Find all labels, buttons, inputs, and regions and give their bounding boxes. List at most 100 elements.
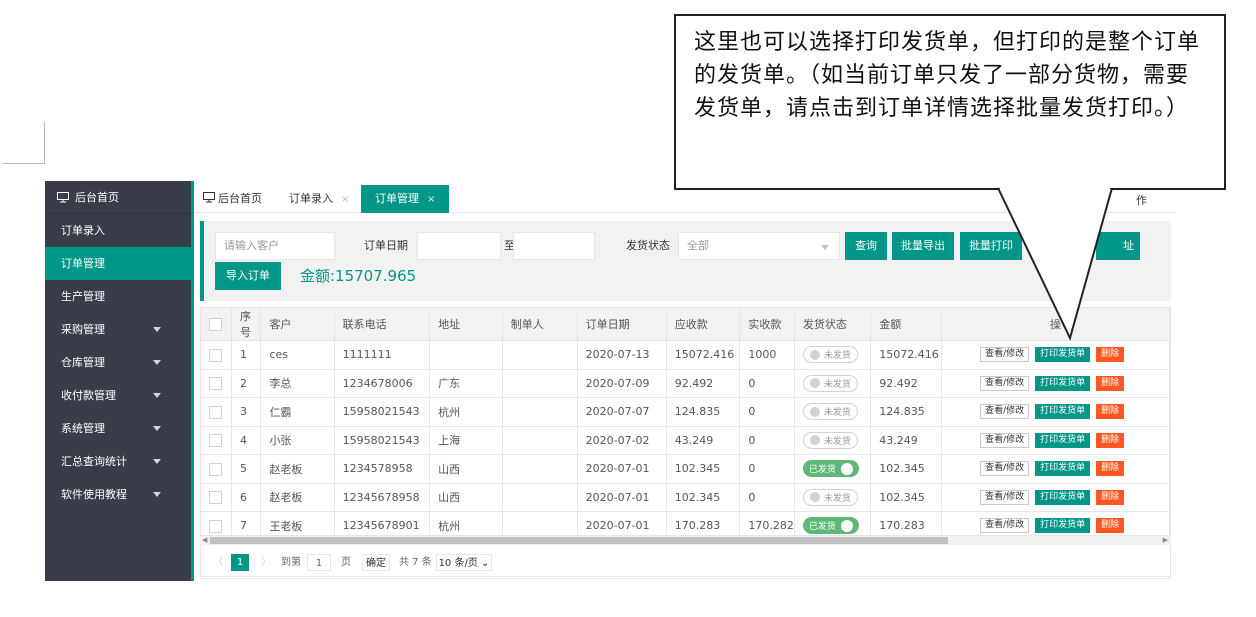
sidebar-item[interactable]: 采购管理 [45, 313, 191, 346]
cell-address [429, 340, 503, 370]
checkbox[interactable] [209, 434, 222, 447]
checkbox[interactable] [209, 519, 222, 533]
ship-status-toggle[interactable]: 已发货 [802, 517, 859, 535]
sidebar-item[interactable]: 收付款管理 [45, 379, 191, 412]
row-select[interactable] [201, 454, 232, 484]
date-from-input[interactable] [417, 232, 501, 260]
batch-export-button[interactable]: 批量导出 [892, 232, 954, 260]
ship-status-toggle[interactable]: 未发货 [802, 488, 858, 506]
ship-status-toggle[interactable]: 未发货 [802, 403, 858, 421]
sidebar-item[interactable]: 系统管理 [45, 412, 191, 445]
cell-ship-status: 未发货 [794, 426, 872, 455]
checkbox[interactable] [209, 462, 222, 476]
ship-status-toggle[interactable]: 已发货 [802, 460, 859, 478]
delete-button[interactable]: 删除 [1096, 375, 1125, 391]
print-delivery-note-button[interactable]: 打印发货单 [1035, 432, 1091, 448]
sidebar-home[interactable]: 后台首页 [45, 181, 191, 214]
table-row[interactable]: 2 李总 1234678006 广东 2020-07-09 92.492 0 未发货 92.49… [201, 369, 1170, 398]
import-order-button[interactable]: 导入订单 [215, 262, 281, 290]
print-delivery-note-button[interactable]: 打印发货单 [1035, 489, 1091, 505]
customer-input[interactable]: 请输入客户 [215, 232, 335, 260]
row-select[interactable] [201, 397, 232, 427]
close-icon[interactable]: × [341, 194, 349, 205]
cell-ship-status: 未发货 [794, 369, 872, 398]
delete-button[interactable]: 删除 [1096, 432, 1125, 448]
sidebar-item[interactable]: 生产管理 [45, 280, 191, 313]
page-current[interactable]: 1 [231, 554, 249, 571]
cell-maker [502, 483, 578, 512]
next-page-icon[interactable]: 〉 [261, 554, 271, 571]
ship-status-select[interactable]: 全部 [678, 232, 840, 260]
delete-button[interactable]: 删除 [1096, 489, 1125, 505]
table-row[interactable]: 6 赵老板 12345678958 山西 2020-07-01 102.345 0 未发货 10… [201, 483, 1170, 512]
row-select[interactable] [201, 483, 232, 512]
delete-button[interactable]: 删除 [1096, 404, 1125, 420]
sidebar-item[interactable]: 仓库管理 [45, 346, 191, 379]
checkbox[interactable] [209, 491, 222, 504]
checkbox[interactable] [209, 405, 222, 419]
delete-button[interactable]: 删除 [1096, 461, 1125, 477]
col-header: 实收款 [739, 308, 795, 341]
cell-customer: ces [260, 340, 335, 370]
cell-phone: 15958021543 [334, 426, 431, 455]
print-delivery-note-button[interactable]: 打印发货单 [1035, 518, 1091, 534]
scroll-left-icon[interactable]: ◀ [202, 536, 207, 544]
print-delivery-note-button[interactable]: 打印发货单 [1035, 375, 1091, 391]
page-input[interactable]: 1 [307, 554, 331, 571]
horizontal-scrollbar[interactable]: ◀ ▶ [200, 535, 1171, 545]
query-button[interactable]: 查询 [845, 232, 887, 260]
checkbox[interactable] [209, 348, 222, 362]
table-row[interactable]: 5 赵老板 1234578958 山西 2020-07-01 102.345 0 已发货 102… [201, 454, 1170, 484]
view-edit-button[interactable]: 查看/修改 [980, 489, 1030, 505]
row-select[interactable] [201, 426, 232, 455]
confirm-button[interactable]: 确定 [362, 554, 390, 571]
caret-down-icon [153, 393, 161, 398]
sidebar-item[interactable]: 软件使用教程 [45, 478, 191, 511]
prev-page-icon[interactable]: 〈 [213, 554, 223, 571]
row-select[interactable] [201, 369, 232, 398]
print-delivery-note-button[interactable]: 打印发货单 [1035, 347, 1091, 363]
select-all-checkbox[interactable] [201, 308, 232, 341]
print-delivery-note-button[interactable]: 打印发货单 [1035, 404, 1091, 420]
cell-phone: 1234678006 [334, 369, 431, 398]
close-icon[interactable]: × [427, 194, 435, 205]
view-edit-button[interactable]: 查看/修改 [980, 375, 1030, 391]
date-to-input[interactable] [513, 232, 595, 260]
tab-order-management[interactable]: 订单管理 × [361, 185, 450, 213]
callout-pointer [996, 188, 1114, 341]
cell-customer: 李总 [260, 369, 335, 398]
checkbox[interactable] [209, 317, 222, 331]
ship-status-toggle[interactable]: 未发货 [802, 374, 858, 392]
scroll-right-icon[interactable]: ▶ [1163, 536, 1168, 544]
sidebar-item[interactable]: 汇总查询统计 [45, 445, 191, 478]
ship-status-text: 已发货 [808, 522, 836, 533]
tab-home-label: 后台首页 [218, 192, 262, 205]
sidebar-item[interactable]: 订单录入 [45, 214, 191, 247]
ship-status-toggle[interactable]: 未发货 [802, 346, 858, 364]
row-select[interactable] [201, 340, 232, 370]
tab-home[interactable]: 后台首页 [203, 185, 262, 213]
ship-status-toggle[interactable]: 未发货 [802, 431, 858, 449]
checkbox[interactable] [209, 377, 222, 390]
sidebar-item[interactable]: 订单管理 [45, 247, 191, 280]
delete-button[interactable]: 删除 [1096, 347, 1125, 363]
per-page-select[interactable]: 10 条/页 ⌄ [436, 554, 492, 571]
cell-ops: 查看/修改 打印发货单 删除 [941, 483, 1170, 512]
table-row[interactable]: 3 仁霸 15958021543 杭州 2020-07-07 124.835 0 未发货 124… [201, 397, 1170, 427]
view-edit-button[interactable]: 查看/修改 [980, 432, 1030, 448]
table-row[interactable]: 4 小张 15958021543 上海 2020-07-02 43.249 0 未发货 43.2… [201, 426, 1170, 455]
cell-amount: 92.492 [870, 369, 943, 398]
view-edit-button[interactable]: 查看/修改 [980, 461, 1030, 477]
delete-button[interactable]: 删除 [1096, 518, 1125, 534]
toggle-knob [840, 519, 853, 532]
view-edit-button[interactable]: 查看/修改 [980, 404, 1030, 420]
view-edit-button[interactable]: 查看/修改 [980, 518, 1030, 534]
view-edit-button[interactable]: 查看/修改 [980, 347, 1030, 363]
tab-order-entry[interactable]: 订单录入 × [289, 185, 349, 213]
scrollbar-thumb[interactable] [210, 537, 948, 544]
cell-no: 2 [231, 369, 262, 398]
cell-received: 0 [739, 483, 795, 512]
sidebar-home-label: 后台首页 [75, 190, 119, 204]
table-row[interactable]: 1 ces 1111111 2020-07-13 15072.416 1000 未发货 150… [201, 340, 1170, 370]
print-delivery-note-button[interactable]: 打印发货单 [1035, 461, 1091, 477]
